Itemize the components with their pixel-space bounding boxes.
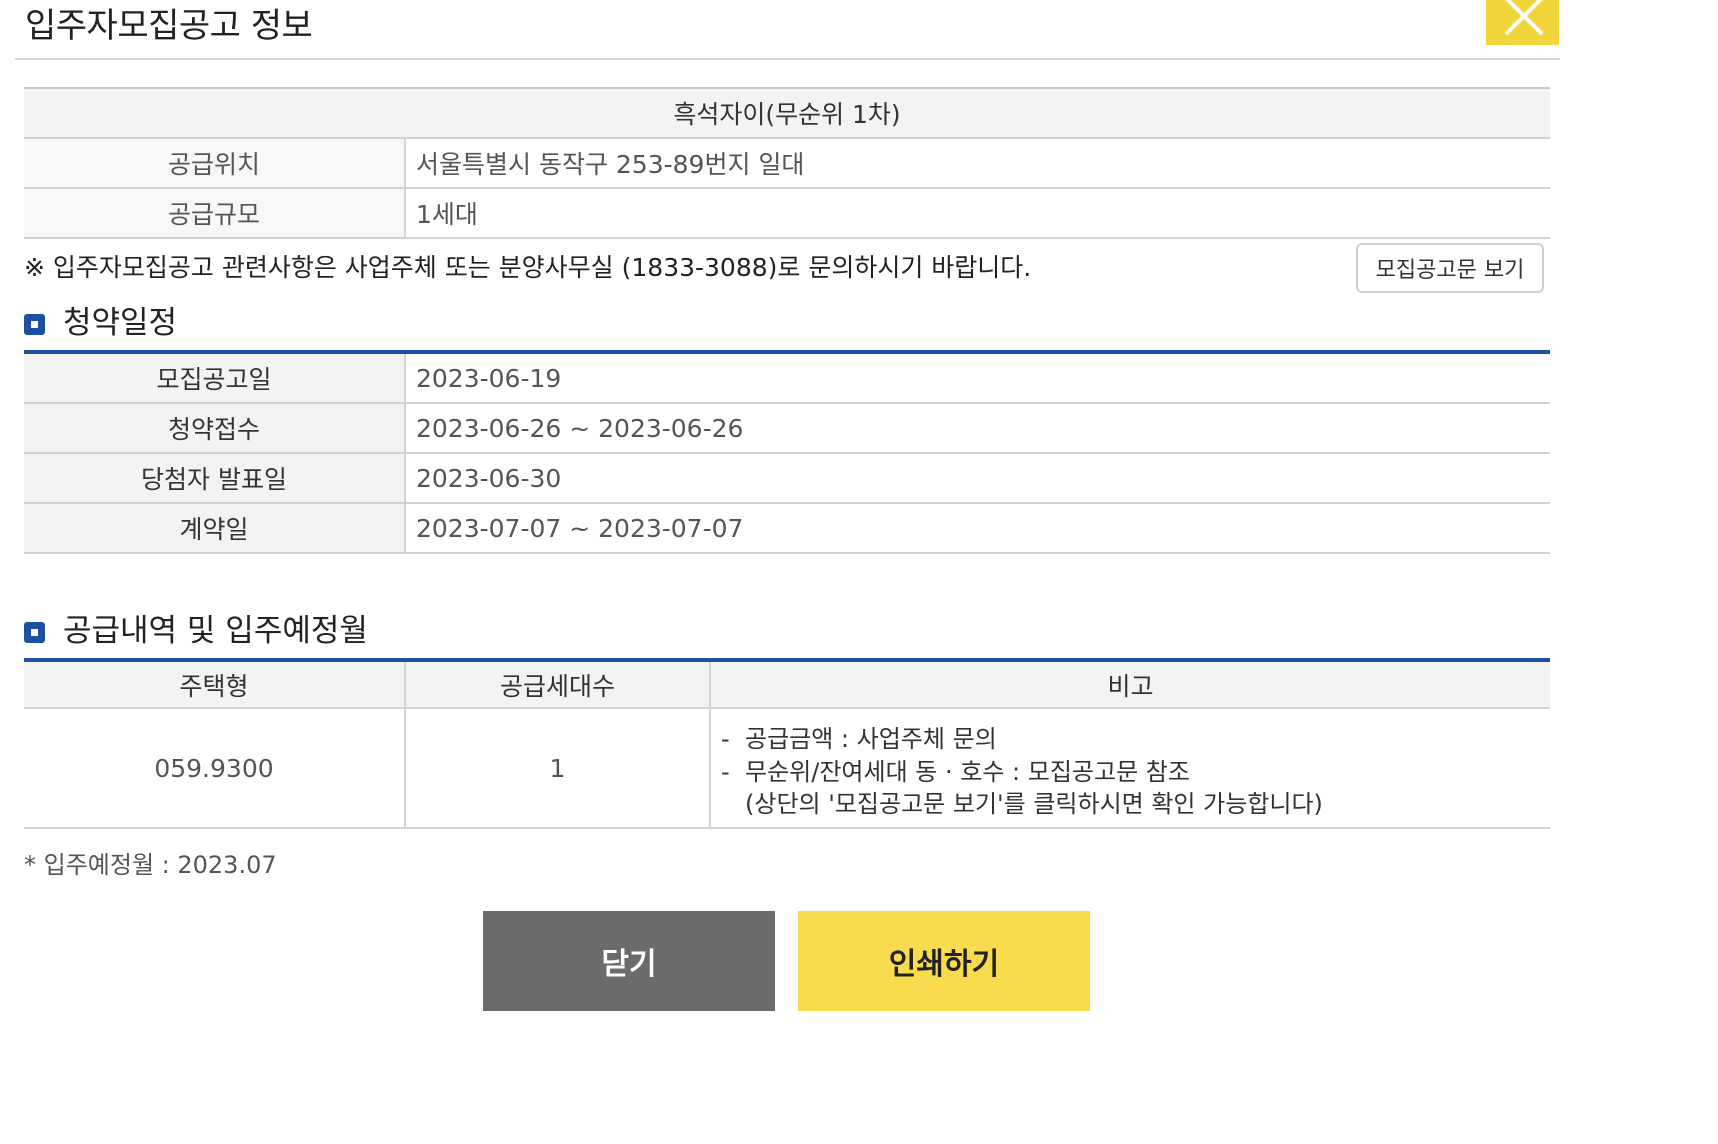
- announce-date-label: 모집공고일: [24, 352, 406, 404]
- modal-header: 입주자모집공고 정보: [15, 0, 1560, 60]
- table-row: 059.9300 1 공급금액 : 사업주체 문의 무순위/잔여세대 동 · 호…: [24, 708, 1550, 829]
- supply-scale-label: 공급규모: [24, 188, 406, 239]
- supply-title-text: 공급내역 및 입주예정월: [63, 613, 368, 649]
- col-header-units: 공급세대수: [405, 660, 711, 709]
- supply-location-label: 공급위치: [24, 138, 406, 189]
- section-square-icon: [24, 314, 45, 335]
- remarks-list: 공급금액 : 사업주체 문의 무순위/잔여세대 동 · 호수 : 모집공고문 참…: [711, 717, 1550, 789]
- remark-item: 무순위/잔여세대 동 · 호수 : 모집공고문 참조: [721, 756, 1550, 789]
- modal-title: 입주자모집공고 정보: [25, 6, 313, 46]
- col-header-remarks: 비고: [710, 660, 1550, 709]
- close-icon: [1504, 0, 1544, 36]
- supply-units-cell: 1: [405, 708, 711, 829]
- table-row: 청약접수 2023-06-26 ~ 2023-06-26: [24, 403, 1550, 454]
- move-in-month: * 입주예정월 : 2023.07: [24, 851, 277, 879]
- remark-subnote: (상단의 '모집공고문 보기'를 클릭하시면 확인 가능합니다): [745, 790, 1323, 818]
- table-row: 공급규모 1세대: [24, 188, 1550, 239]
- print-button[interactable]: 인쇄하기: [798, 911, 1090, 1011]
- remark-item: 공급금액 : 사업주체 문의: [721, 723, 1550, 756]
- table-header-row: 주택형 공급세대수 비고: [24, 660, 1550, 709]
- table-row: 당첨자 발표일 2023-06-30: [24, 453, 1550, 504]
- application-value: 2023-06-26 ~ 2023-06-26: [405, 403, 1550, 454]
- supply-scale-value: 1세대: [405, 188, 1550, 239]
- schedule-section-title: 청약일정: [24, 297, 177, 342]
- schedule-table: 모집공고일 2023-06-19 청약접수 2023-06-26 ~ 2023-…: [24, 350, 1550, 554]
- view-notice-doc-button[interactable]: 모집공고문 보기: [1356, 243, 1544, 293]
- schedule-title-text: 청약일정: [63, 305, 178, 341]
- col-header-type: 주택형: [24, 660, 406, 709]
- announce-date-value: 2023-06-19: [405, 352, 1550, 404]
- supply-detail-table: 주택형 공급세대수 비고 059.9300 1 공급금액 : 사업주체 문의 무…: [24, 658, 1550, 829]
- winner-date-value: 2023-06-30: [405, 453, 1550, 504]
- inquiry-notice: ※ 입주자모집공고 관련사항은 사업주체 또는 분양사무실 (1833-3088…: [24, 253, 1032, 282]
- section-square-icon: [24, 622, 45, 643]
- table-row: 공급위치 서울특별시 동작구 253-89번지 일대: [24, 138, 1550, 189]
- supply-location-value: 서울특별시 동작구 253-89번지 일대: [405, 138, 1550, 189]
- close-icon-button[interactable]: [1486, 0, 1559, 45]
- table-row: 계약일 2023-07-07 ~ 2023-07-07: [24, 503, 1550, 554]
- contract-date-value: 2023-07-07 ~ 2023-07-07: [405, 503, 1550, 554]
- supply-section-title: 공급내역 및 입주예정월: [24, 605, 368, 650]
- complex-name: 흑석자이(무순위 1차): [24, 88, 1550, 139]
- close-button[interactable]: 닫기: [483, 911, 775, 1011]
- winner-date-label: 당첨자 발표일: [24, 453, 406, 504]
- table-row: 모집공고일 2023-06-19: [24, 352, 1550, 404]
- contract-date-label: 계약일: [24, 503, 406, 554]
- application-label: 청약접수: [24, 403, 406, 454]
- supply-info-table: 흑석자이(무순위 1차) 공급위치 서울특별시 동작구 253-89번지 일대 …: [24, 87, 1550, 239]
- housing-type-cell: 059.9300: [24, 708, 406, 829]
- remarks-cell: 공급금액 : 사업주체 문의 무순위/잔여세대 동 · 호수 : 모집공고문 참…: [710, 708, 1550, 829]
